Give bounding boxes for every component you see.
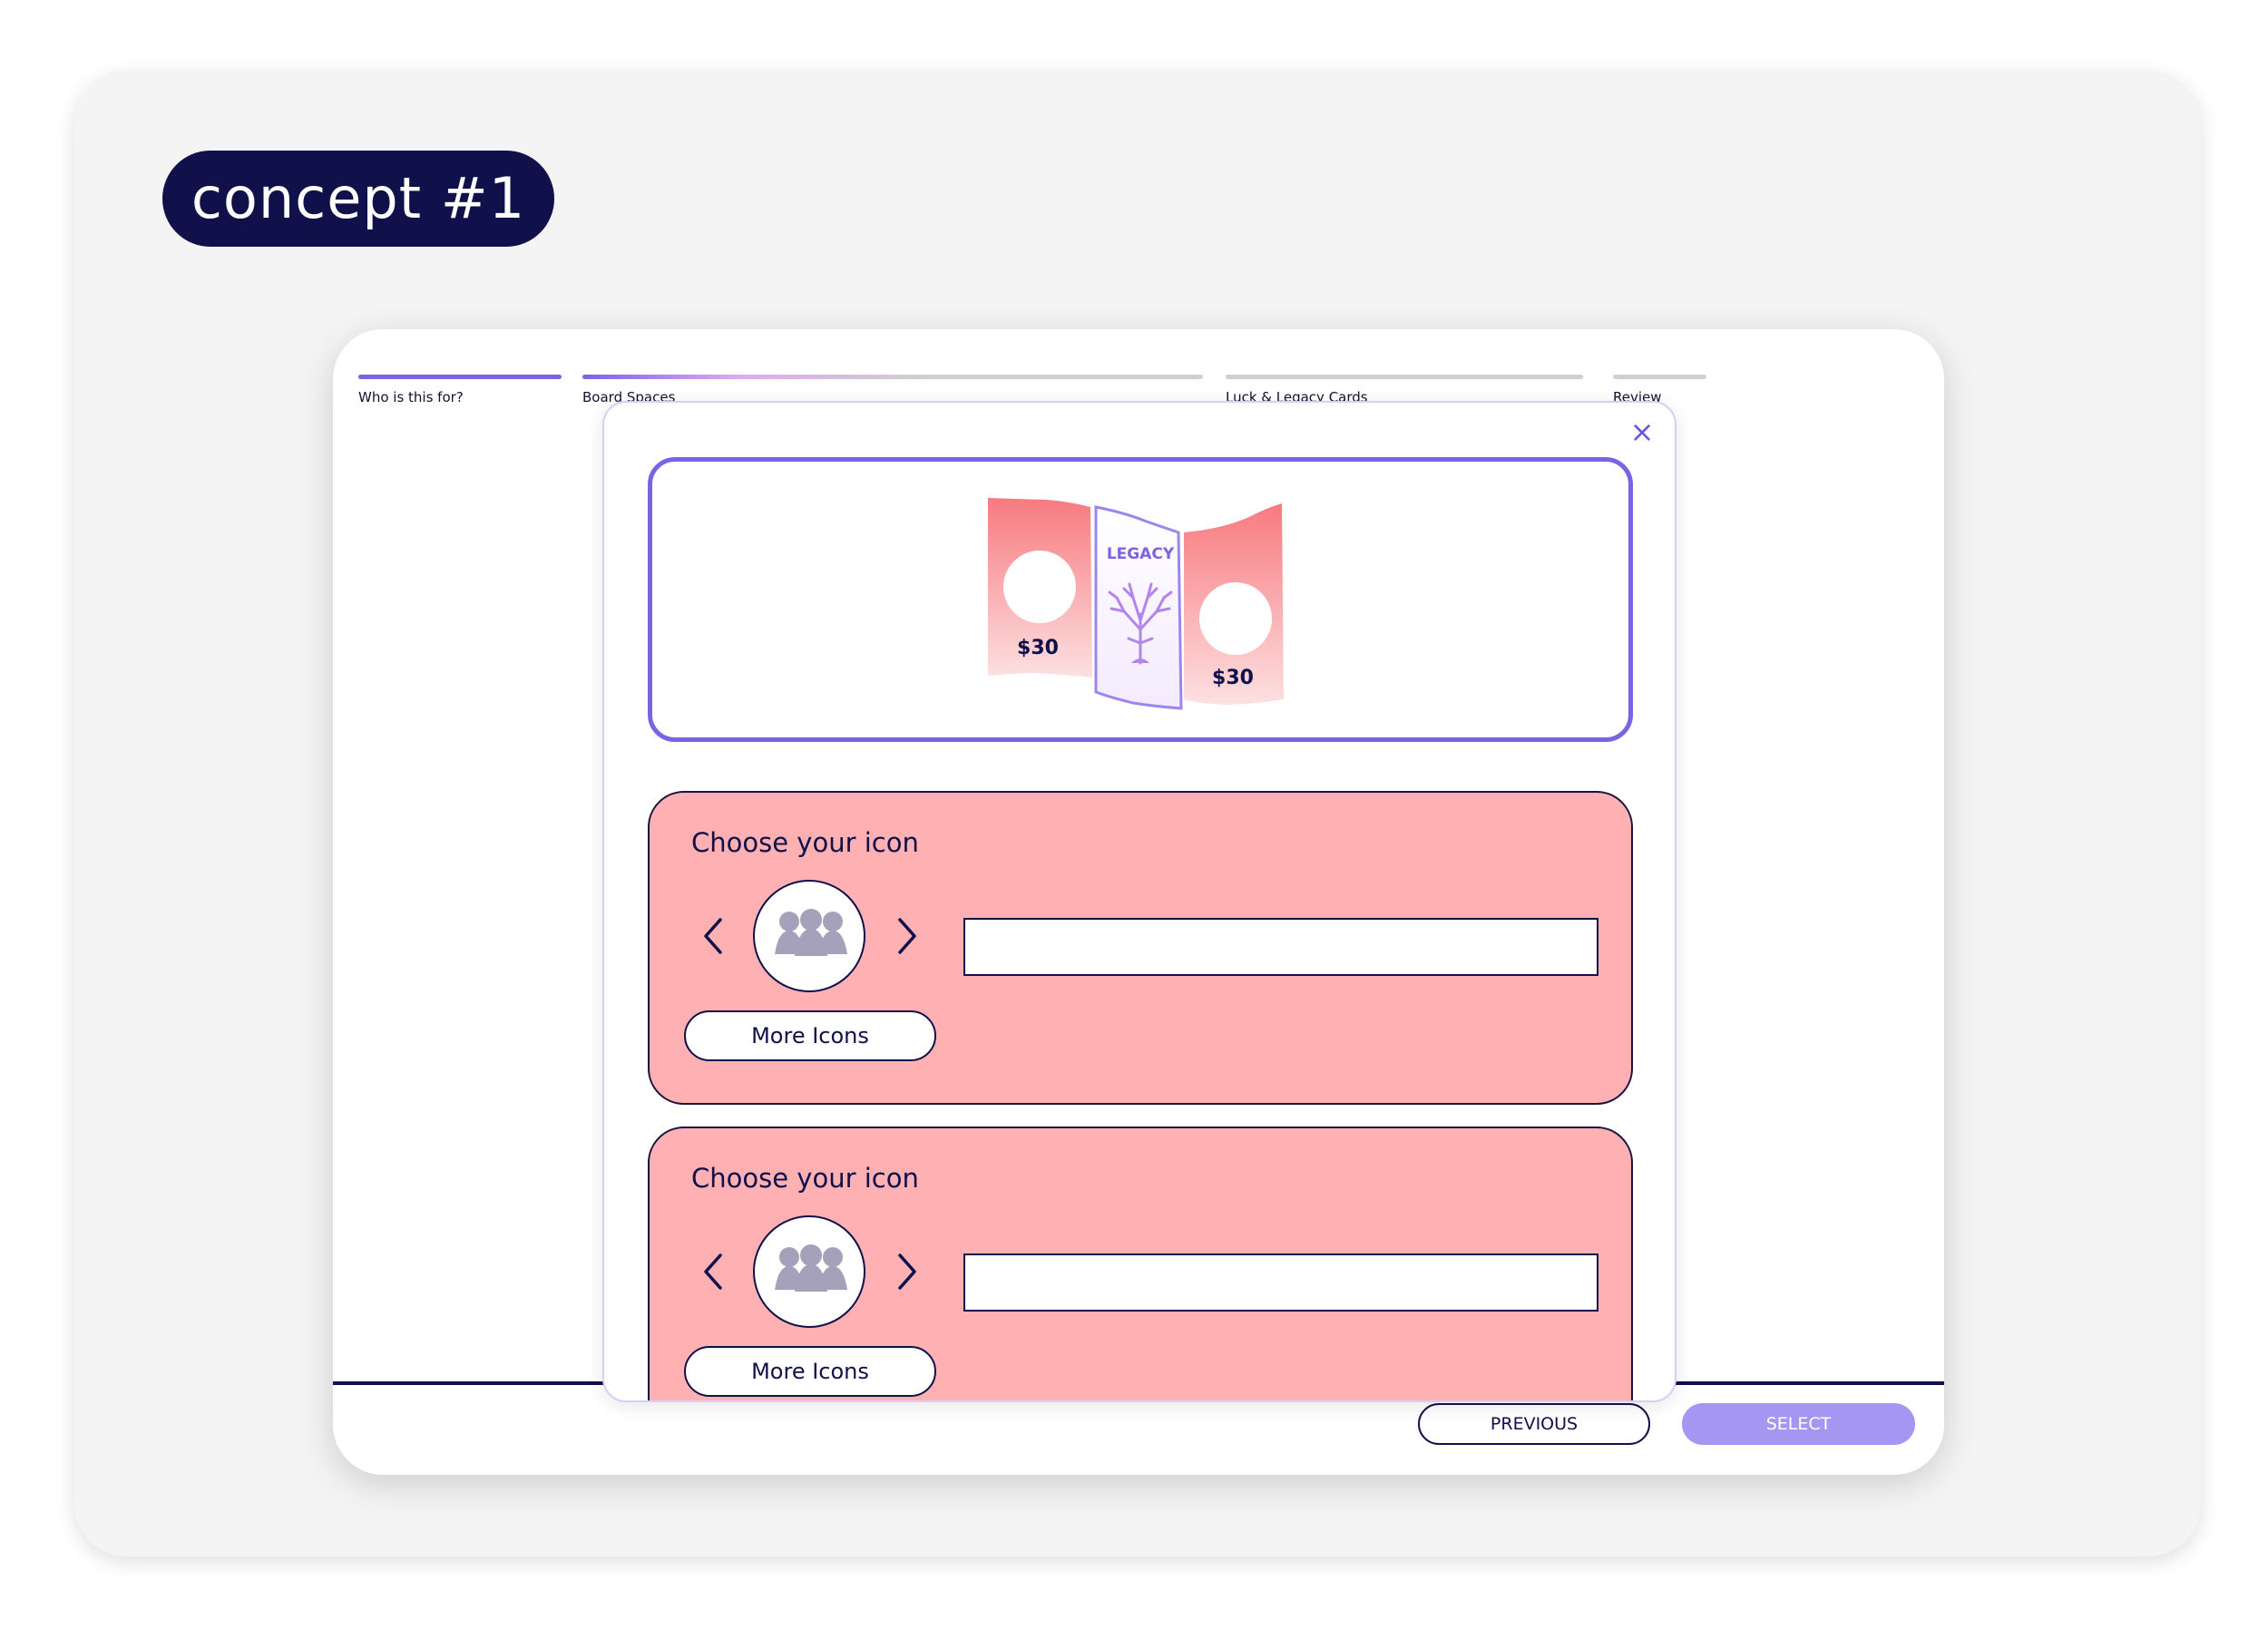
select-button[interactable]: SELECT [1682, 1403, 1915, 1445]
chevron-right-icon[interactable] [889, 1244, 925, 1299]
icon-label-input[interactable] [963, 918, 1598, 976]
chevron-right-icon[interactable] [889, 909, 925, 963]
more-icons-button[interactable]: More Icons [684, 1010, 936, 1061]
right-card-price: $30 [1212, 667, 1254, 689]
step-bar-cards [1226, 375, 1583, 379]
selected-icon-preview [753, 880, 865, 992]
close-icon[interactable]: × [1629, 417, 1655, 446]
icon-chooser-panel: Choose your icon More Icons [648, 1127, 1633, 1400]
right-card-circle [1199, 582, 1272, 655]
panel-title: Choose your icon [691, 1163, 919, 1194]
previous-button[interactable]: PREVIOUS [1418, 1403, 1650, 1445]
card-preview: $30 LEGACY $30 [648, 457, 1633, 742]
step-bar-who [358, 375, 562, 379]
left-card-circle [1003, 551, 1076, 623]
legacy-card-title: LEGACY [1107, 545, 1175, 563]
panel-title: Choose your icon [691, 827, 919, 858]
people-group-icon [775, 909, 847, 956]
concept-label: concept #1 [162, 151, 554, 247]
people-group-icon [775, 1244, 847, 1292]
selected-icon-preview [753, 1215, 865, 1328]
customize-modal: × $30 LEGACY $30 Choose your icon More I… [602, 401, 1677, 1402]
step-bar-review [1613, 375, 1706, 379]
icon-label-input[interactable] [963, 1253, 1598, 1312]
more-icons-button[interactable]: More Icons [684, 1346, 936, 1397]
chevron-left-icon[interactable] [695, 909, 731, 963]
left-card-price: $30 [1017, 637, 1059, 659]
step-label-who[interactable]: Who is this for? [358, 389, 464, 405]
card-preview-illustration: $30 LEGACY $30 [988, 498, 1284, 710]
step-bar-board-spaces [582, 375, 1203, 379]
icon-chooser-panel: Choose your icon More Icons [648, 791, 1633, 1105]
chevron-left-icon[interactable] [695, 1244, 731, 1299]
